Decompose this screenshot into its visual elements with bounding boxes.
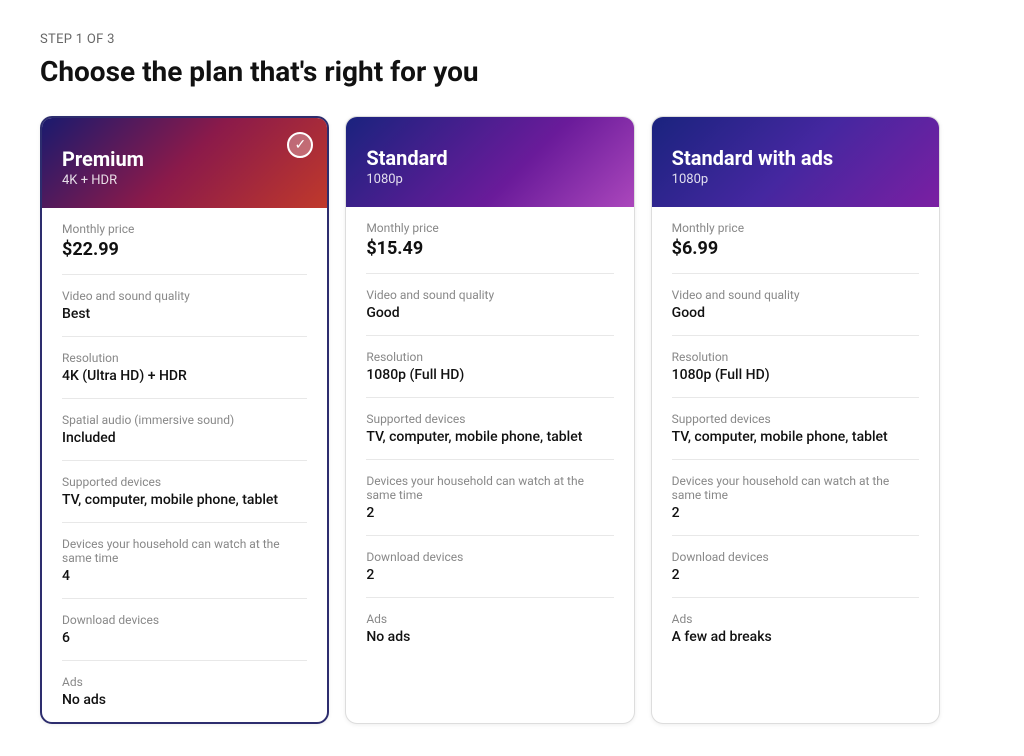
- plan-row-premium-4: Supported devices TV, computer, mobile ph…: [62, 461, 307, 523]
- plan-card-standard-ads[interactable]: Standard with ads 1080p Monthly price $6.99…: [651, 116, 940, 724]
- plan-row-label-standard-0: Monthly price: [366, 221, 613, 235]
- plan-row-value-standard-ads-2: 1080p (Full HD): [672, 367, 919, 383]
- plan-row-label-standard-ads-5: Download devices: [672, 550, 919, 564]
- plan-row-value-standard-5: 2: [366, 567, 613, 583]
- plan-name-standard: Standard: [366, 146, 613, 170]
- plan-row-label-premium-5: Devices your household can watch at the …: [62, 537, 307, 565]
- plan-row-value-premium-6: 6: [62, 630, 307, 646]
- plan-row-premium-3: Spatial audio (immersive sound) Included: [62, 399, 307, 461]
- plan-row-standard-ads-2: Resolution 1080p (Full HD): [672, 336, 919, 398]
- plan-row-value-standard-ads-6: A few ad breaks: [672, 629, 919, 645]
- plan-row-value-premium-4: TV, computer, mobile phone, tablet: [62, 492, 307, 508]
- plan-row-label-standard-2: Resolution: [366, 350, 613, 364]
- plan-row-label-standard-4: Devices your household can watch at the …: [366, 474, 613, 502]
- plan-row-standard-0: Monthly price $15.49: [366, 207, 613, 274]
- plan-row-value-standard-ads-3: TV, computer, mobile phone, tablet: [672, 429, 919, 445]
- plan-row-label-premium-1: Video and sound quality: [62, 289, 307, 303]
- plan-name-standard-ads: Standard with ads: [672, 146, 919, 170]
- plan-row-value-premium-1: Best: [62, 306, 307, 322]
- plan-body-standard-ads: Monthly price $6.99 Video and sound qualit…: [652, 207, 939, 659]
- plan-row-standard-ads-1: Video and sound quality Good: [672, 274, 919, 336]
- plan-row-standard-2: Resolution 1080p (Full HD): [366, 336, 613, 398]
- plan-row-label-standard-ads-4: Devices your household can watch at the …: [672, 474, 919, 502]
- plan-row-value-premium-0: $22.99: [62, 239, 307, 260]
- plan-card-premium[interactable]: ✓Premium 4K + HDR Monthly price $22.99 Video…: [40, 116, 329, 724]
- plan-row-premium-6: Download devices 6: [62, 599, 307, 661]
- plan-row-standard-ads-0: Monthly price $6.99: [672, 207, 919, 274]
- plan-row-label-standard-ads-0: Monthly price: [672, 221, 919, 235]
- plan-row-label-standard-1: Video and sound quality: [366, 288, 613, 302]
- plan-row-standard-6: Ads No ads: [366, 598, 613, 659]
- plan-row-premium-2: Resolution 4K (Ultra HD) + HDR: [62, 337, 307, 399]
- page-title: Choose the plan that's right for you: [40, 55, 984, 88]
- plan-row-standard-5: Download devices 2: [366, 536, 613, 598]
- plan-row-standard-ads-4: Devices your household can watch at the …: [672, 460, 919, 536]
- plan-row-value-standard-ads-4: 2: [672, 505, 919, 521]
- plan-row-label-premium-0: Monthly price: [62, 222, 307, 236]
- plan-row-value-premium-2: 4K (Ultra HD) + HDR: [62, 368, 307, 384]
- selected-check-icon: ✓: [287, 132, 313, 158]
- plan-row-value-standard-1: Good: [366, 305, 613, 321]
- plan-row-standard-ads-6: Ads A few ad breaks: [672, 598, 919, 659]
- plan-subtitle-standard: 1080p: [366, 172, 613, 187]
- plan-row-label-premium-2: Resolution: [62, 351, 307, 365]
- plan-header-standard: Standard 1080p: [346, 117, 633, 207]
- plan-row-value-standard-ads-1: Good: [672, 305, 919, 321]
- plan-row-premium-1: Video and sound quality Best: [62, 275, 307, 337]
- plan-header-standard-ads: Standard with ads 1080p: [652, 117, 939, 207]
- plan-row-value-premium-5: 4: [62, 568, 307, 584]
- plan-row-label-standard-3: Supported devices: [366, 412, 613, 426]
- plan-row-value-standard-6: No ads: [366, 629, 613, 645]
- plan-subtitle-premium: 4K + HDR: [62, 173, 307, 188]
- step-label: STEP 1 OF 3: [40, 32, 984, 47]
- plan-row-label-standard-5: Download devices: [366, 550, 613, 564]
- plan-row-label-standard-ads-6: Ads: [672, 612, 919, 626]
- plan-row-value-premium-7: No ads: [62, 692, 307, 708]
- plan-row-standard-ads-5: Download devices 2: [672, 536, 919, 598]
- plan-row-label-premium-3: Spatial audio (immersive sound): [62, 413, 307, 427]
- plan-subtitle-standard-ads: 1080p: [672, 172, 919, 187]
- plan-row-value-standard-4: 2: [366, 505, 613, 521]
- plan-row-label-standard-ads-3: Supported devices: [672, 412, 919, 426]
- plan-row-standard-3: Supported devices TV, computer, mobile ph…: [366, 398, 613, 460]
- plan-row-label-standard-6: Ads: [366, 612, 613, 626]
- plan-row-standard-4: Devices your household can watch at the …: [366, 460, 613, 536]
- plan-row-label-standard-ads-1: Video and sound quality: [672, 288, 919, 302]
- plan-row-premium-0: Monthly price $22.99: [62, 208, 307, 275]
- plan-row-label-premium-6: Download devices: [62, 613, 307, 627]
- plan-row-value-standard-ads-5: 2: [672, 567, 919, 583]
- plan-name-premium: Premium: [62, 147, 307, 171]
- plan-body-standard: Monthly price $15.49 Video and sound quali…: [346, 207, 633, 659]
- plan-row-value-premium-3: Included: [62, 430, 307, 446]
- plan-row-label-premium-7: Ads: [62, 675, 307, 689]
- plan-row-label-premium-4: Supported devices: [62, 475, 307, 489]
- plan-card-standard[interactable]: Standard 1080p Monthly price $15.49 Video an…: [345, 116, 634, 724]
- plans-grid: ✓Premium 4K + HDR Monthly price $22.99 Video…: [40, 116, 940, 724]
- plan-header-premium: ✓Premium 4K + HDR: [42, 118, 327, 208]
- plan-row-standard-ads-3: Supported devices TV, computer, mobile ph…: [672, 398, 919, 460]
- plan-row-label-standard-ads-2: Resolution: [672, 350, 919, 364]
- plan-row-premium-5: Devices your household can watch at the …: [62, 523, 307, 599]
- plan-body-premium: Monthly price $22.99 Video and sound quali…: [42, 208, 327, 722]
- plan-row-value-standard-ads-0: $6.99: [672, 238, 919, 259]
- plan-row-value-standard-3: TV, computer, mobile phone, tablet: [366, 429, 613, 445]
- plan-row-value-standard-2: 1080p (Full HD): [366, 367, 613, 383]
- plan-row-value-standard-0: $15.49: [366, 238, 613, 259]
- plan-row-premium-7: Ads No ads: [62, 661, 307, 722]
- plan-row-standard-1: Video and sound quality Good: [366, 274, 613, 336]
